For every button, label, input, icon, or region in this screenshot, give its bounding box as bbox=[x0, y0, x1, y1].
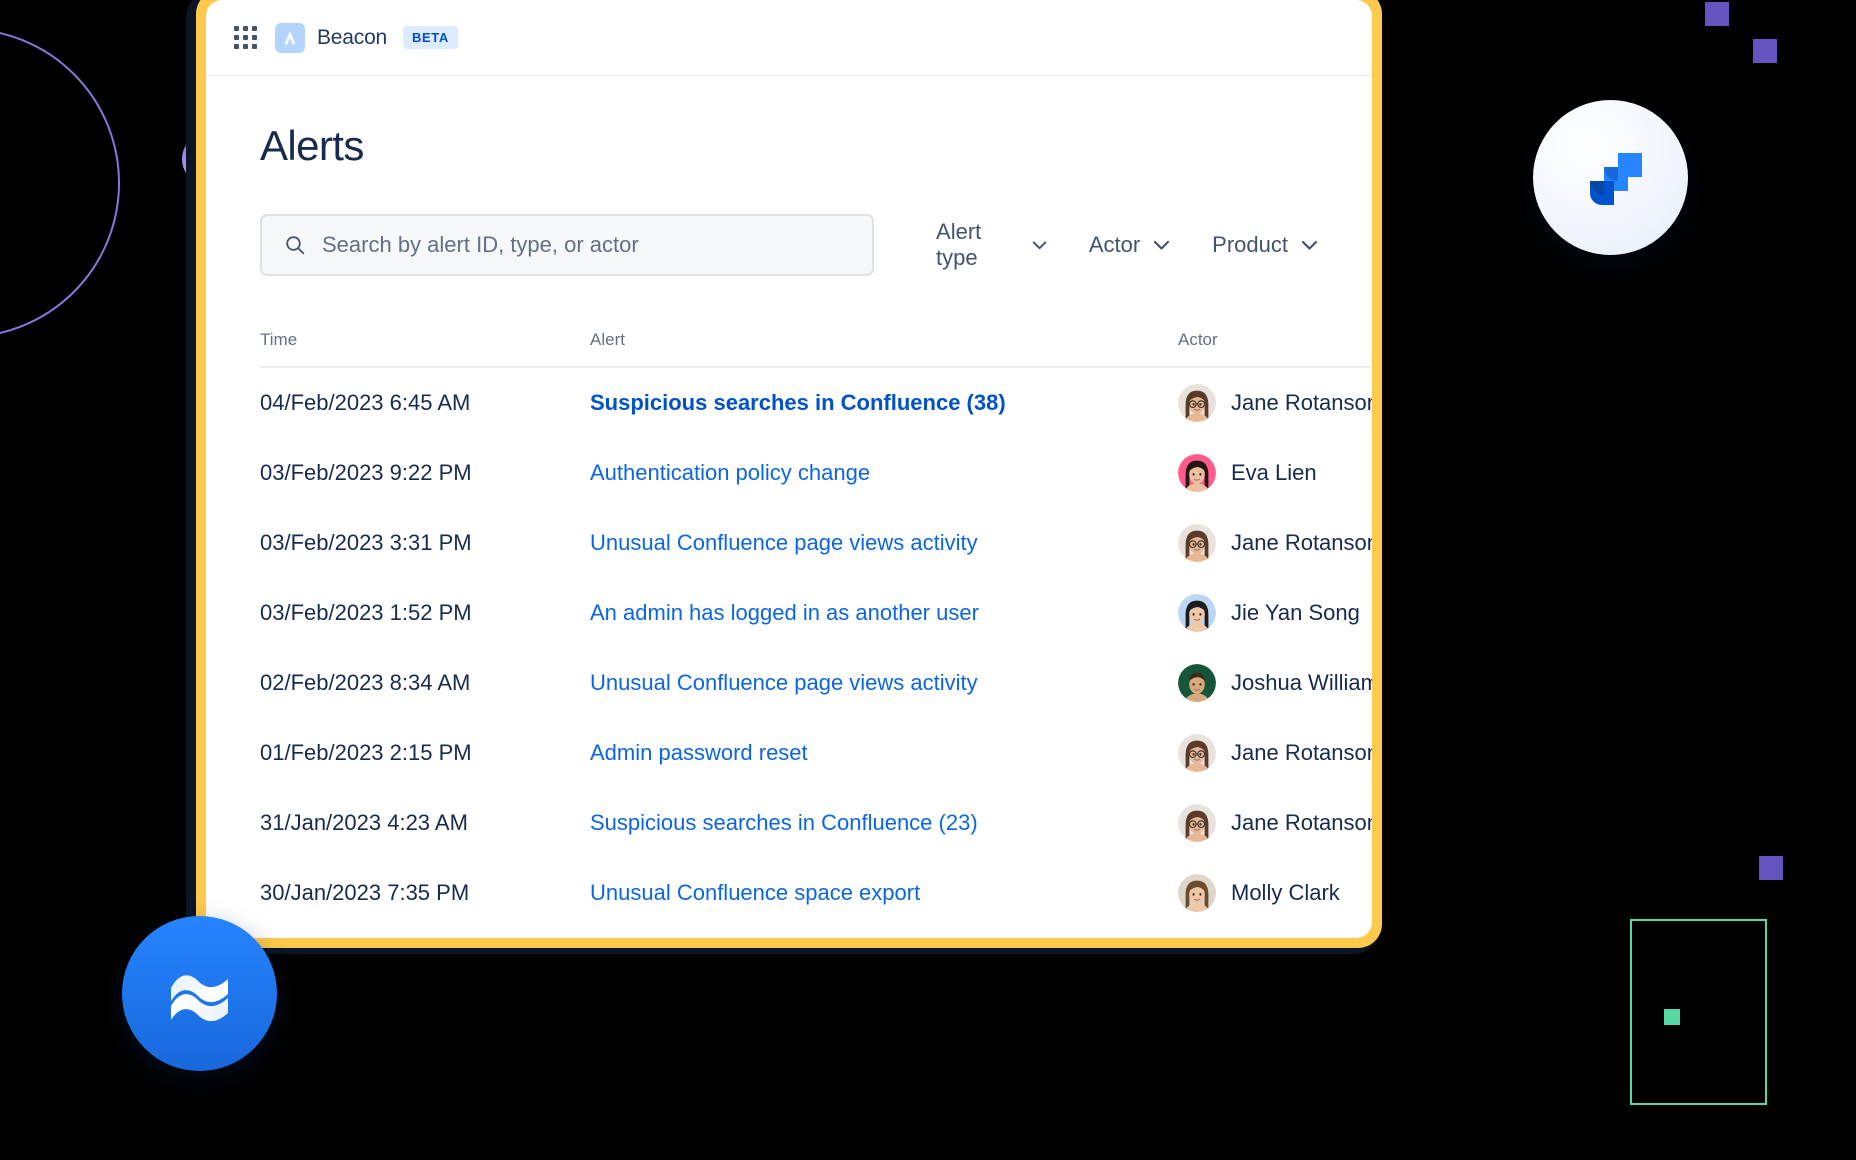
beacon-logo-icon bbox=[275, 23, 305, 53]
purple-circle-outline bbox=[0, 28, 120, 338]
actor-cell: Jane Rotanson bbox=[1178, 804, 1372, 842]
top-navigation-bar: Beacon BETA bbox=[206, 0, 1372, 76]
actor-name: Jane Rotanson bbox=[1231, 810, 1372, 836]
controls-row: Alert type Actor Product bbox=[260, 214, 1318, 276]
filter-actor[interactable]: Actor bbox=[1089, 232, 1170, 258]
page-title: Alerts bbox=[260, 122, 1318, 170]
alert-time: 03/Feb/2023 3:31 PM bbox=[260, 530, 590, 556]
alert-link[interactable]: Admin password reset bbox=[590, 740, 808, 765]
alert-time: 01/Feb/2023 2:15 PM bbox=[260, 740, 590, 766]
table-row[interactable]: 31/Jan/2023 4:23 AM Suspicious searches … bbox=[260, 788, 1372, 858]
alert-cell: Suspicious searches in Confluence (38) bbox=[590, 390, 1178, 416]
actor-cell: Jane Rotanson bbox=[1178, 384, 1372, 422]
alert-link[interactable]: Suspicious searches in Confluence (23) bbox=[590, 810, 978, 835]
jira-logo-icon bbox=[1574, 141, 1648, 215]
alert-time: 03/Feb/2023 9:22 PM bbox=[260, 460, 590, 486]
column-header-time: Time bbox=[260, 330, 590, 350]
actor-cell: Jane Rotanson bbox=[1178, 734, 1372, 772]
app-window: Beacon BETA Alerts Alert type bbox=[196, 0, 1382, 948]
alert-cell: Unusual Confluence page views activity bbox=[590, 670, 1178, 696]
alert-time: 04/Feb/2023 6:45 AM bbox=[260, 390, 590, 416]
actor-cell: Joshua Williams bbox=[1178, 664, 1372, 702]
search-input[interactable] bbox=[322, 232, 850, 258]
purple-square bbox=[1759, 856, 1783, 880]
brand-name: Beacon bbox=[317, 26, 387, 50]
avatar bbox=[1178, 664, 1216, 702]
alert-time: 02/Feb/2023 8:34 AM bbox=[260, 670, 590, 696]
column-header-actor: Actor bbox=[1178, 330, 1372, 350]
confluence-logo-icon bbox=[158, 952, 242, 1036]
page-content: Alerts Alert type bbox=[206, 76, 1372, 938]
actor-name: Jane Rotanson bbox=[1231, 530, 1372, 556]
alert-time: 31/Jan/2023 4:23 AM bbox=[260, 810, 590, 836]
confluence-badge[interactable] bbox=[122, 916, 277, 1071]
filter-alert-type-label: Alert type bbox=[936, 219, 1019, 271]
alert-link[interactable]: Authentication policy change bbox=[590, 460, 870, 485]
brand[interactable]: Beacon BETA bbox=[275, 23, 458, 53]
alert-cell: An admin has logged in as another user bbox=[590, 600, 1178, 626]
alert-link[interactable]: An admin has logged in as another user bbox=[590, 600, 979, 625]
actor-name: Molly Clark bbox=[1231, 880, 1340, 906]
filter-alert-type[interactable]: Alert type bbox=[936, 219, 1047, 271]
avatar bbox=[1178, 804, 1216, 842]
actor-cell: Jane Rotanson bbox=[1178, 524, 1372, 562]
actor-cell: Eva Lien bbox=[1178, 454, 1372, 492]
alert-time: 30/Jan/2023 7:35 PM bbox=[260, 880, 590, 906]
table-body: 04/Feb/2023 6:45 AM Suspicious searches … bbox=[260, 368, 1372, 938]
actor-name: Jie Yan Song bbox=[1231, 600, 1360, 626]
alert-link[interactable]: Unusual Confluence page views activity bbox=[590, 670, 978, 695]
filter-product[interactable]: Product bbox=[1212, 232, 1318, 258]
actor-cell: Molly Clark bbox=[1178, 874, 1372, 912]
alert-cell: Authentication policy change bbox=[590, 460, 1178, 486]
green-square bbox=[1664, 1009, 1680, 1025]
app-switcher-grid-icon[interactable] bbox=[234, 26, 257, 49]
actor-name: Joshua Williams bbox=[1231, 670, 1372, 696]
table-row[interactable]: 01/Feb/2023 2:15 PM Admin password reset… bbox=[260, 718, 1372, 788]
filter-actor-label: Actor bbox=[1089, 232, 1140, 258]
avatar bbox=[1178, 454, 1216, 492]
search-icon bbox=[284, 234, 306, 256]
chevron-down-icon bbox=[1153, 240, 1170, 251]
table-row[interactable]: 03/Feb/2023 9:22 PM Authentication polic… bbox=[260, 438, 1372, 508]
jira-badge[interactable] bbox=[1533, 100, 1688, 255]
alert-time: 03/Feb/2023 1:52 PM bbox=[260, 600, 590, 626]
chevron-down-icon bbox=[1032, 240, 1047, 251]
purple-square bbox=[1705, 2, 1729, 26]
alert-cell: Unusual Confluence space export bbox=[590, 880, 1178, 906]
avatar bbox=[1178, 524, 1216, 562]
green-rectangle-outline bbox=[1630, 919, 1767, 1105]
table-row[interactable]: 30/Jan/2023 5:57 PM Unusual Jira issues … bbox=[260, 928, 1372, 938]
table-row[interactable]: 03/Feb/2023 1:52 PM An admin has logged … bbox=[260, 578, 1372, 648]
actor-name: Eva Lien bbox=[1231, 460, 1317, 486]
table-row[interactable]: 03/Feb/2023 3:31 PM Unusual Confluence p… bbox=[260, 508, 1372, 578]
actor-name: Jane Rotanson bbox=[1231, 740, 1372, 766]
filter-product-label: Product bbox=[1212, 232, 1288, 258]
alert-cell: Unusual Confluence page views activity bbox=[590, 530, 1178, 556]
actor-cell: Jie Yan Song bbox=[1178, 594, 1372, 632]
table-header-row: Time Alert Actor bbox=[260, 330, 1372, 368]
avatar bbox=[1178, 734, 1216, 772]
avatar bbox=[1178, 384, 1216, 422]
column-header-alert: Alert bbox=[590, 330, 1178, 350]
actor-name: Jane Rotanson bbox=[1231, 390, 1372, 416]
beta-badge: BETA bbox=[403, 26, 458, 49]
table-row[interactable]: 30/Jan/2023 7:35 PM Unusual Confluence s… bbox=[260, 858, 1372, 928]
avatar bbox=[1178, 594, 1216, 632]
alert-cell: Suspicious searches in Confluence (23) bbox=[590, 810, 1178, 836]
alerts-table: Time Alert Actor 04/Feb/2023 6:45 AM Sus… bbox=[260, 330, 1372, 938]
chevron-down-icon bbox=[1301, 240, 1318, 251]
alert-link[interactable]: Unusual Confluence page views activity bbox=[590, 530, 978, 555]
search-box[interactable] bbox=[260, 214, 874, 276]
alert-link[interactable]: Unusual Confluence space export bbox=[590, 880, 920, 905]
table-row[interactable]: 04/Feb/2023 6:45 AM Suspicious searches … bbox=[260, 368, 1372, 438]
alert-cell: Admin password reset bbox=[590, 740, 1178, 766]
alert-link[interactable]: Suspicious searches in Confluence (38) bbox=[590, 390, 1006, 415]
avatar bbox=[1178, 874, 1216, 912]
purple-square bbox=[1753, 39, 1777, 63]
table-row[interactable]: 02/Feb/2023 8:34 AM Unusual Confluence p… bbox=[260, 648, 1372, 718]
filter-group: Alert type Actor Product bbox=[936, 219, 1318, 271]
